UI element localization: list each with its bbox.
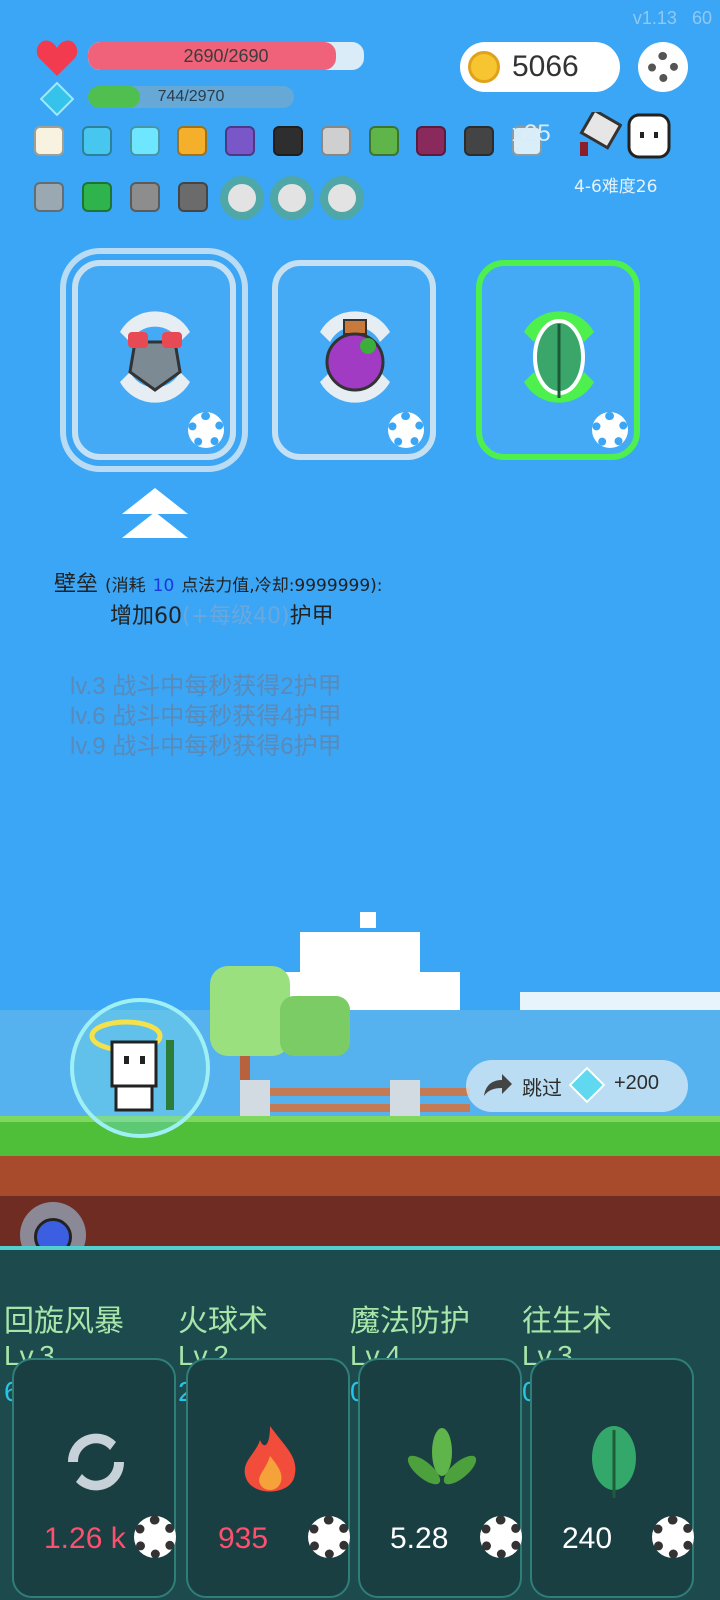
skill-card-2[interactable]	[358, 1358, 522, 1598]
ghost-enemy-icon	[626, 112, 672, 160]
spellbook-icon[interactable]	[411, 120, 453, 162]
mana-gem-icon	[39, 81, 75, 117]
ring-icon[interactable]	[270, 176, 314, 220]
purple-potion-card[interactable]	[272, 260, 436, 460]
skip-arrow-icon	[482, 1074, 512, 1102]
skill-description: 壁垒 (消耗 10 点法力值,冷却:9999999):	[54, 572, 383, 597]
skill-name-1: 火球术	[178, 1304, 268, 1339]
skill-name-3: 往生术	[522, 1304, 612, 1339]
skill-value-3: 240	[562, 1522, 613, 1555]
gold-counter: 5066	[460, 42, 620, 92]
version-label: v1.13 60	[632, 8, 712, 28]
fence-decoration	[240, 1080, 470, 1118]
skill-value-0: 1.26 k	[44, 1522, 126, 1555]
skill-icon-0	[56, 1422, 136, 1506]
skill-icon-2	[402, 1422, 482, 1506]
ring-icon[interactable]	[220, 176, 264, 220]
skill-upgrade-icon-3[interactable]	[652, 1516, 694, 1558]
skill-upgrade-icon-0[interactable]	[134, 1516, 176, 1558]
hp-bar: 2690/2690	[88, 42, 364, 70]
trophy-icon[interactable]	[171, 120, 213, 162]
cleaver-enemy-icon	[576, 108, 623, 160]
green-leaf-card[interactable]	[476, 260, 640, 460]
mortar-icon[interactable]	[172, 176, 214, 218]
cauldron-icon[interactable]	[267, 120, 309, 162]
hero-character	[68, 996, 212, 1140]
skill-name-2: 魔法防护	[350, 1304, 470, 1339]
diamond-icon[interactable]	[124, 120, 166, 162]
multiplier-label: x25	[512, 120, 551, 147]
skill-name-0: 回旋风暴	[4, 1304, 124, 1339]
skill-effect: 增加60(+每级40)护甲	[110, 604, 334, 629]
shield-armor-card[interactable]	[72, 260, 236, 460]
ring-icon[interactable]	[320, 176, 364, 220]
skill-card-3[interactable]	[530, 1358, 694, 1598]
skill-title: 壁垒	[54, 572, 99, 597]
tree-decoration	[210, 966, 350, 1086]
selection-arrow-icon	[122, 488, 188, 544]
dark-dirt-ground	[0, 1196, 720, 1246]
sapling-icon[interactable]	[363, 120, 405, 162]
gear-icon	[648, 52, 678, 82]
spikeball-icon[interactable]	[124, 176, 166, 218]
refresh-icon[interactable]	[592, 412, 628, 448]
skill-icon-3	[574, 1422, 654, 1506]
sword-icon[interactable]	[28, 176, 70, 218]
potion-icon	[320, 311, 390, 403]
settings-button[interactable]	[638, 42, 688, 92]
heart-icon	[36, 38, 78, 78]
skill-value-2: 5.28	[390, 1522, 449, 1555]
egg-icon[interactable]	[28, 120, 70, 162]
skill-card-0[interactable]	[12, 1358, 176, 1598]
armor-icon	[120, 311, 190, 403]
level-bonus-9: lv.9 战斗中每秒获得6护甲	[70, 733, 342, 760]
skill-icon-1	[230, 1422, 310, 1506]
wizard-hat-icon[interactable]	[219, 120, 261, 162]
bat-icon[interactable]	[458, 120, 500, 162]
stage-label: 4-6难度26	[574, 177, 658, 197]
crystal-icon[interactable]	[76, 120, 118, 162]
skill-value-1: 935	[218, 1522, 269, 1555]
skill-card-1[interactable]	[186, 1358, 350, 1598]
skill-upgrade-icon-1[interactable]	[308, 1516, 350, 1558]
coin-icon	[468, 51, 500, 83]
gem-icon	[568, 1066, 606, 1104]
refresh-icon[interactable]	[388, 412, 424, 448]
skill-upgrade-icon-2[interactable]	[480, 1516, 522, 1558]
leaf-icon	[524, 311, 594, 403]
refresh-icon[interactable]	[188, 412, 224, 448]
emerald-icon[interactable]	[76, 176, 118, 218]
mana-bar: 744/2970	[88, 86, 294, 108]
hook-icon[interactable]	[315, 120, 357, 162]
skip-button[interactable]: 跳过 +200	[466, 1060, 688, 1112]
